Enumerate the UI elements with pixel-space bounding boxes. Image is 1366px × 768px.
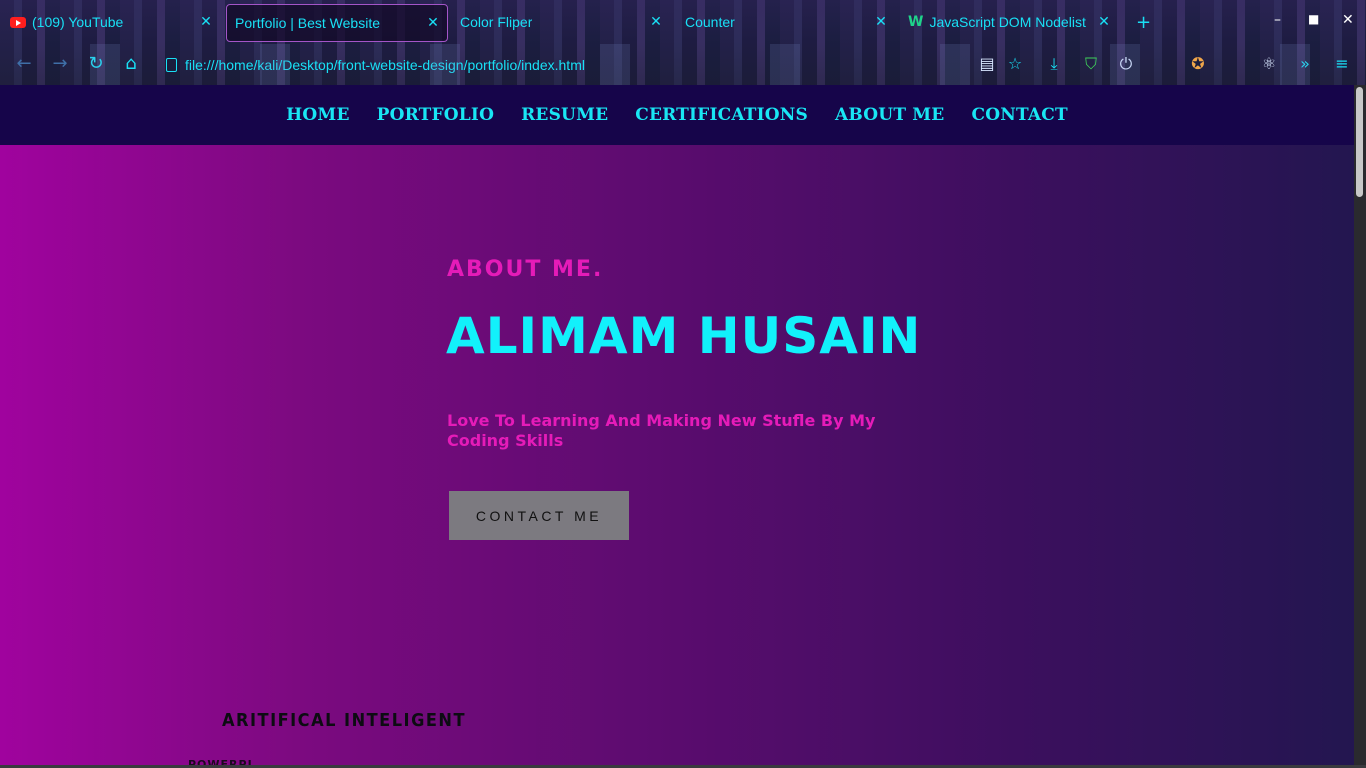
tab-label: Color Fliper [460, 14, 533, 30]
webflow-icon: W [908, 14, 924, 30]
bookmark-star-icon[interactable]: ☆ [1003, 52, 1027, 76]
reader-view-icon[interactable]: ▤ [975, 52, 999, 76]
nav-portfolio-link[interactable]: PORTFOLIO [377, 105, 494, 125]
page-icon [166, 58, 177, 72]
nav-certifications-link[interactable]: CERTIFICATIONS [635, 105, 808, 125]
close-tab-icon[interactable]: ✕ [425, 14, 441, 31]
close-tab-icon[interactable]: ✕ [1096, 13, 1112, 30]
tab-counter[interactable]: Counter ✕ [677, 4, 895, 40]
page-scrollbar[interactable] [1354, 85, 1366, 768]
youtube-icon [10, 16, 26, 28]
close-tab-icon[interactable]: ✕ [873, 13, 889, 30]
url-text: file:///home/kali/Desktop/front-website-… [185, 57, 585, 73]
about-kicker: ABOUT ME. [447, 257, 604, 282]
nav-about-link[interactable]: ABOUT ME [835, 105, 944, 125]
forward-icon[interactable]: → [48, 52, 72, 76]
nav-home-link[interactable]: HOME [286, 105, 349, 125]
tab-portfolio[interactable]: Portfolio | Best Website ✕ [226, 4, 448, 42]
tab-dom-nodelist[interactable]: W JavaScript DOM Nodelist ✕ [902, 4, 1118, 40]
close-tab-icon[interactable]: ✕ [648, 13, 664, 30]
tab-color-fliper[interactable]: Color Fliper ✕ [452, 4, 670, 40]
back-icon[interactable]: ← [12, 52, 36, 76]
window-close-icon[interactable]: ✕ [1342, 12, 1354, 28]
minimize-icon[interactable]: – [1274, 12, 1281, 28]
scrollbar-thumb[interactable] [1356, 87, 1363, 197]
page-viewport: HOME PORTFOLIO RESUME CERTIFICATIONS ABO… [0, 85, 1354, 768]
home-icon[interactable]: ⌂ [119, 52, 143, 76]
hamburger-menu-icon[interactable]: ≡ [1330, 52, 1354, 76]
nav-resume-link[interactable]: RESUME [521, 105, 608, 125]
tab-youtube[interactable]: (109) YouTube ✕ [4, 4, 220, 40]
downloads-icon[interactable]: ⤓ [1042, 52, 1066, 76]
maximize-icon[interactable]: ■ [1308, 12, 1319, 26]
reload-icon[interactable]: ↻ [84, 52, 108, 76]
skill-heading: ARITIFICAL INTELIGENT [222, 710, 467, 731]
nav-contact-link[interactable]: CONTACT [971, 105, 1067, 125]
tab-label: Portfolio | Best Website [235, 15, 380, 31]
new-tab-icon[interactable]: + [1136, 12, 1151, 33]
react-devtools-icon[interactable]: ⚛ [1257, 52, 1281, 76]
shield-extension-icon[interactable]: ⛉ [1079, 52, 1103, 76]
extension-icon[interactable]: ✪ [1186, 52, 1210, 76]
browser-chrome: (109) YouTube ✕ Portfolio | Best Website… [0, 0, 1366, 85]
overflow-menu-icon[interactable]: » [1293, 52, 1317, 76]
power-extension-icon[interactable]: ⏻ [1114, 52, 1138, 76]
contact-me-button[interactable]: CONTACT ME [449, 491, 629, 540]
address-bar[interactable]: file:///home/kali/Desktop/front-website-… [160, 53, 660, 77]
site-navbar: HOME PORTFOLIO RESUME CERTIFICATIONS ABO… [0, 85, 1354, 145]
navigation-toolbar: ← → ↻ ⌂ file:///home/kali/Desktop/front-… [0, 44, 1366, 85]
close-tab-icon[interactable]: ✕ [198, 13, 214, 30]
tab-strip: (109) YouTube ✕ Portfolio | Best Website… [0, 0, 1366, 44]
tab-label: JavaScript DOM Nodelist [929, 14, 1086, 30]
tab-label: Counter [685, 14, 735, 30]
hero-tagline: Love To Learning And Making New Stufle B… [447, 411, 876, 450]
hero-name: ALIMAM HUSAIN [446, 307, 922, 365]
tab-label: (109) YouTube [32, 14, 124, 30]
